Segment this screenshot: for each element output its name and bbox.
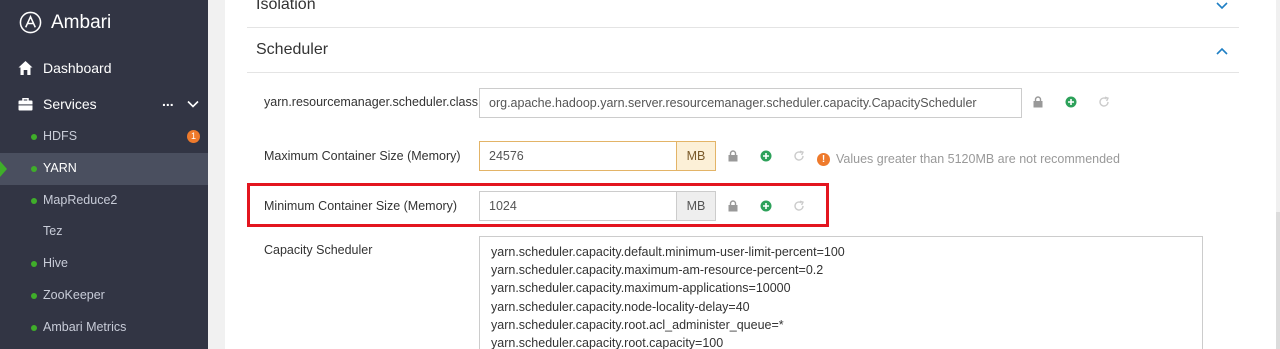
warning-text: Values greater than 5120MB are not recom… [836, 152, 1120, 166]
textarea-line: yarn.scheduler.capacity.maximum-applicat… [491, 281, 791, 296]
sidebar-item-hive[interactable]: Hive [0, 248, 208, 280]
brand-name: Ambari [51, 11, 112, 33]
add-override-icon[interactable] [1065, 96, 1077, 108]
warning-icon: ! [817, 152, 830, 166]
sidebar: Ambari Dashboard Services ... HDFS 1 YAR… [0, 0, 208, 349]
chevron-up-icon[interactable] [1215, 44, 1229, 58]
textarea-line: yarn.scheduler.capacity.default.minimum-… [491, 245, 845, 259]
max-container-size-input[interactable]: 24576 [479, 141, 677, 171]
sidebar-item-label: Hive [43, 256, 69, 270]
highlight-box [247, 183, 829, 227]
content-gutter [208, 0, 225, 349]
add-override-icon[interactable] [760, 150, 772, 162]
sidebar-item-label: Tez [43, 224, 63, 238]
sidebar-item-label: Ambari Metrics [43, 320, 127, 334]
textarea-line: yarn.scheduler.capacity.node-locality-de… [491, 299, 750, 314]
scheduler-class-input[interactable]: org.apache.hadoop.yarn.server.resourcema… [479, 88, 1022, 118]
sidebar-item-label: MapReduce2 [43, 193, 118, 207]
sidebar-item-hdfs[interactable]: HDFS 1 [0, 121, 208, 153]
scrollbar[interactable] [1276, 0, 1280, 349]
ambari-logo-icon [19, 11, 42, 34]
sidebar-item-label: ZooKeeper [43, 288, 105, 302]
section-title-isolation[interactable]: Isolation [256, 0, 316, 14]
status-dot [31, 134, 37, 140]
sidebar-item-label: HDFS [43, 129, 78, 143]
refresh-icon[interactable] [1098, 96, 1110, 108]
status-dot [31, 166, 37, 172]
chevron-down-icon[interactable] [186, 97, 200, 111]
textarea-line: yarn.scheduler.capacity.maximum-am-resou… [491, 263, 824, 278]
sidebar-item-label: Services [43, 96, 97, 112]
sidebar-item-yarn[interactable]: YARN [0, 153, 208, 185]
lock-icon[interactable] [1032, 96, 1044, 108]
config-label-capacity-scheduler: Capacity Scheduler [264, 243, 373, 257]
sidebar-item-ambari-metrics[interactable]: Ambari Metrics [0, 312, 208, 344]
main-content: Isolation Scheduler yarn.resourcemanager… [225, 0, 1280, 349]
sidebar-item-mapreduce2[interactable]: MapReduce2 [0, 185, 208, 217]
sidebar-item-tez[interactable]: Tez [0, 216, 208, 248]
section-divider [247, 27, 1239, 28]
unit-label-mb: MB [677, 141, 716, 171]
sidebar-item-zookeeper[interactable]: ZooKeeper [0, 280, 208, 312]
home-icon [18, 61, 33, 75]
config-label-scheduler-class: yarn.resourcemanager.scheduler.class [264, 95, 479, 109]
section-title-scheduler[interactable]: Scheduler [256, 41, 328, 59]
recommendation-warning: ! Values greater than 5120MB are not rec… [817, 152, 1120, 166]
briefcase-icon [18, 98, 33, 111]
brand[interactable]: Ambari [19, 11, 111, 34]
lock-icon[interactable] [727, 150, 739, 162]
services-more-button[interactable]: ... [162, 93, 174, 109]
refresh-icon[interactable] [793, 150, 805, 162]
chevron-down-icon[interactable] [1215, 0, 1229, 13]
status-dot [31, 293, 37, 299]
textarea-line: yarn.scheduler.capacity.root.acl_adminis… [491, 317, 784, 332]
alert-count-badge: 1 [187, 130, 200, 143]
sidebar-item-label: Dashboard [43, 60, 112, 76]
sidebar-item-services[interactable]: Services ... [0, 93, 208, 113]
status-dot [31, 198, 37, 204]
section-divider [247, 72, 1239, 73]
sidebar-item-dashboard[interactable]: Dashboard [0, 59, 208, 77]
capacity-scheduler-textarea[interactable]: yarn.scheduler.capacity.default.minimum-… [479, 236, 1203, 349]
scrollbar-thumb[interactable] [1276, 212, 1280, 349]
status-dot [31, 325, 37, 331]
textarea-line: yarn.scheduler.capacity.root.capacity=10… [491, 336, 724, 349]
active-indicator [0, 161, 7, 177]
config-label-max-container: Maximum Container Size (Memory) [264, 149, 461, 163]
sidebar-item-label: YARN [43, 161, 77, 175]
status-dot [31, 261, 37, 267]
